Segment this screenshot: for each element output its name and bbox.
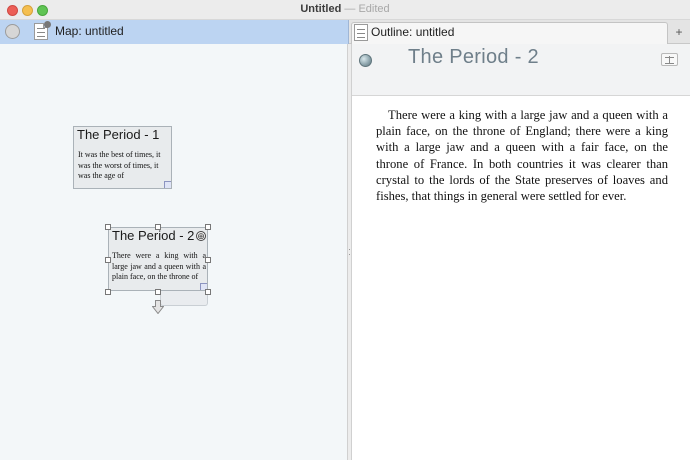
tab-outline-label: Outline: untitled [371,25,455,39]
selection-handle[interactable] [205,257,211,263]
title-bar: Untitled — Edited [0,0,690,20]
add-tab-button[interactable]: + [672,24,686,40]
outline-title[interactable]: The Period - 2 [408,46,539,69]
window-title-separator: — [344,3,356,15]
selection-handle[interactable] [205,224,211,230]
selection-handle[interactable] [105,257,111,263]
selection-handle[interactable] [155,224,161,230]
card-the-period-2[interactable]: The Period - 2 ⊕ There were a king with … [108,227,208,291]
outline-body-text[interactable]: There were a king with a large jaw and a… [376,107,668,204]
tab-map[interactable]: Map: untitled [0,20,349,44]
arrow-down-icon[interactable] [152,300,164,314]
outline-document-icon [354,24,368,41]
card-title: The Period - 2 [112,228,195,243]
app-window: Untitled — Edited Map: untitled Outline:… [0,0,690,460]
outline-pane: The Period - 2 There were a king with a … [352,44,690,460]
card-resize-corner[interactable] [164,181,171,188]
window-title-text: Untitled [300,3,342,15]
selection-handle[interactable] [105,224,111,230]
expand-card-icon[interactable]: ⊕ [196,231,206,241]
status-dot-icon[interactable] [359,54,372,67]
outline-header: The Period - 2 [352,44,690,96]
document-status: Edited [358,3,390,15]
edited-badge-icon [44,21,51,28]
tab-map-label: Map: untitled [55,24,124,38]
splitter-grip[interactable] [349,249,350,255]
card-body: It was the best of times, it was the wor… [78,150,161,180]
table-view-icon[interactable] [661,53,678,66]
close-tab-icon[interactable] [5,24,20,39]
selection-handle[interactable] [205,289,211,295]
card-stack-shadow [160,291,208,306]
tab-strip: Map: untitled Outline: untitled + [0,20,690,44]
selection-handle[interactable] [105,289,111,295]
window-title: Untitled — Edited [0,3,690,15]
card-title: The Period - 1 [77,127,160,142]
card-the-period-1[interactable]: The Period - 1 It was the best of times,… [73,126,172,189]
map-canvas[interactable]: The Period - 1 It was the best of times,… [0,44,347,460]
card-body: There were a king with a large jaw and a… [112,251,206,281]
map-document-icon [34,21,51,40]
selection-handle[interactable] [155,289,161,295]
tab-outline[interactable]: Outline: untitled [351,22,668,44]
